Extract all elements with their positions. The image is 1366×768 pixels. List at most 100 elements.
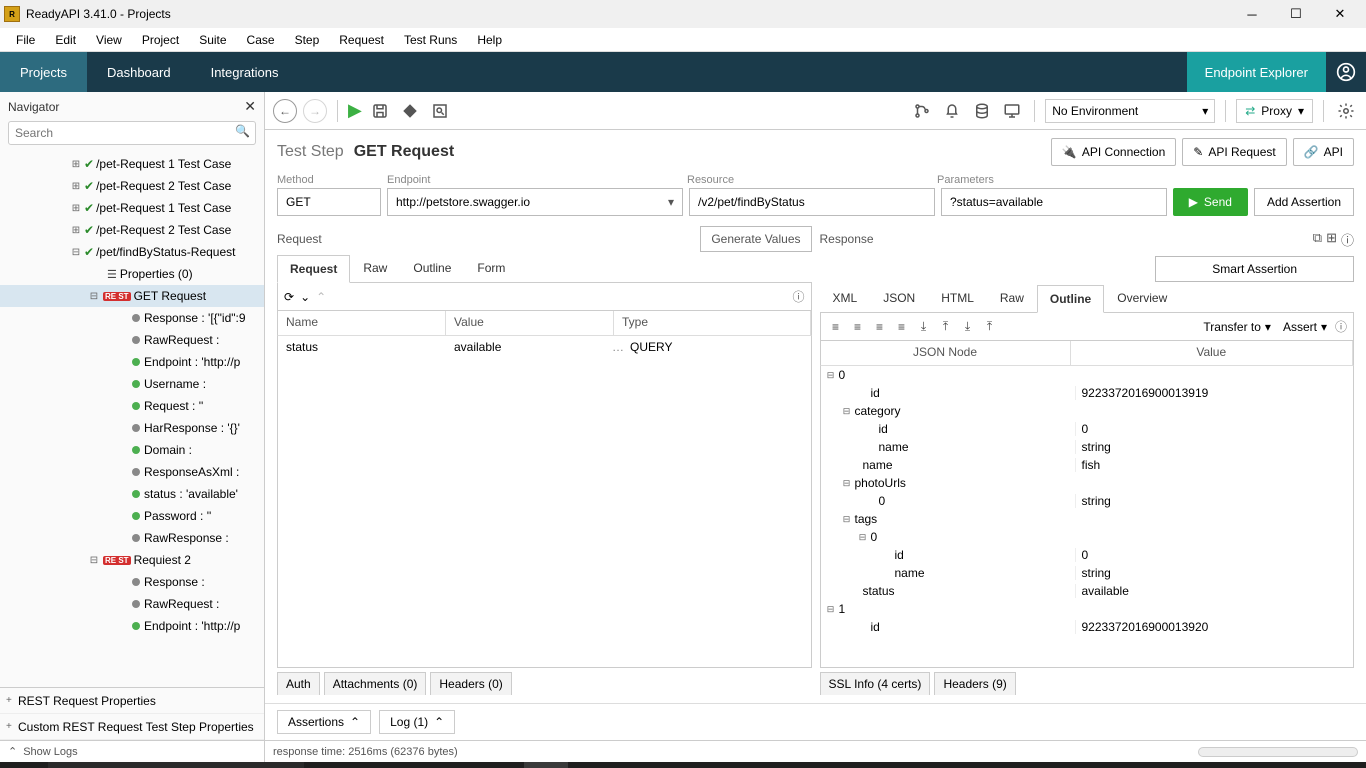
json-node-row[interactable]: id0 [821, 546, 1354, 564]
tree-item[interactable]: RawResponse : [0, 527, 264, 549]
refresh-icon[interactable]: ⟳ [284, 290, 294, 304]
chevron-up-icon[interactable]: ⌃ [316, 290, 326, 304]
find-icon[interactable] [428, 99, 452, 123]
tree-item[interactable]: Response : [0, 571, 264, 593]
json-node-row[interactable]: ⊟0 [821, 528, 1354, 546]
topnav-tab-projects[interactable]: Projects [0, 52, 87, 92]
diamond-icon[interactable] [398, 99, 422, 123]
response-tab-html[interactable]: HTML [928, 284, 987, 312]
arrow-down2-icon[interactable]: ⤓ [959, 318, 977, 336]
menu-request[interactable]: Request [329, 31, 394, 49]
menu-suite[interactable]: Suite [189, 31, 236, 49]
tree-item[interactable]: ⊞✔/pet-Request 1 Test Case [0, 153, 264, 175]
json-node-row[interactable]: ⊟photoUrls [821, 474, 1354, 492]
json-node-row[interactable]: ⊟tags [821, 510, 1354, 528]
menu-file[interactable]: File [6, 31, 45, 49]
response-bottom-ssl[interactable]: SSL Info (4 certs) [820, 672, 931, 695]
generate-values-button[interactable]: Generate Values [700, 226, 811, 252]
horizontal-scrollbar[interactable] [1198, 747, 1358, 757]
tree-item[interactable]: ⊟✔/pet/findByStatus-Request [0, 241, 264, 263]
align-right-icon[interactable]: ≡ [871, 318, 889, 336]
tree-item[interactable]: ⊟RE STGET Request [0, 285, 264, 307]
tree-item[interactable]: Password : '' [0, 505, 264, 527]
topnav-tab-integrations[interactable]: Integrations [191, 52, 299, 92]
json-node-row[interactable]: ⊟0 [821, 366, 1354, 384]
copy-icon[interactable]: ⧉ [1313, 230, 1322, 249]
navigator-search-input[interactable] [8, 121, 256, 145]
minimize-button[interactable]: ─ [1230, 0, 1274, 28]
request-bottom-headers[interactable]: Headers (0) [430, 672, 511, 695]
info-icon[interactable]: ⓘ [1341, 230, 1354, 249]
json-node-row[interactable]: statusavailable [821, 582, 1354, 600]
parameters-field[interactable]: ?status=available [941, 188, 1167, 216]
tree-item[interactable]: Username : [0, 373, 264, 395]
transfer-to-button[interactable]: Transfer to ▾ [1199, 320, 1275, 334]
json-node-row[interactable]: ⊟category [821, 402, 1354, 420]
endpoint-select[interactable]: http://petstore.swagger.io▾ [387, 188, 683, 216]
add-assertion-button[interactable]: Add Assertion [1254, 188, 1354, 216]
environment-select[interactable]: No Environment▾ [1045, 99, 1215, 123]
align-center-icon[interactable]: ≡ [849, 318, 867, 336]
forward-button[interactable]: → [303, 99, 327, 123]
cortana-icon[interactable]: ○ [348, 762, 392, 768]
smart-assertion-button[interactable]: Smart Assertion [1155, 256, 1354, 282]
show-logs-button[interactable]: ⌃Show Logs [0, 741, 265, 762]
response-grid[interactable]: ⊟0id9223372016900013919⊟categoryid0names… [820, 365, 1355, 668]
grid-icon[interactable]: ⊞ [1326, 230, 1337, 249]
json-node-row[interactable]: ⊟1 [821, 600, 1354, 618]
request-bottom-auth[interactable]: Auth [277, 672, 320, 695]
maximize-button[interactable]: ☐ [1274, 0, 1318, 28]
json-node-row[interactable]: id9223372016900013920 [821, 618, 1354, 636]
menu-case[interactable]: Case [237, 31, 285, 49]
tree-item[interactable]: ⊟RE STRequiest 2 [0, 549, 264, 571]
task-view-icon[interactable]: ⊞ [392, 762, 436, 768]
menu-help[interactable]: Help [467, 31, 512, 49]
align-left-icon[interactable]: ≡ [827, 318, 845, 336]
chevron-down-icon[interactable]: ⌄ [300, 290, 310, 304]
endpoint-explorer-button[interactable]: Endpoint Explorer [1187, 52, 1326, 92]
align-justify-icon[interactable]: ≡ [893, 318, 911, 336]
api-request-button[interactable]: ✎API Request [1182, 138, 1286, 166]
user-icon[interactable] [1326, 52, 1366, 92]
menu-test-runs[interactable]: Test Runs [394, 31, 467, 49]
tree-item[interactable]: ResponseAsXml : [0, 461, 264, 483]
readyapi-taskbar-icon[interactable]: R [524, 762, 568, 768]
database-icon[interactable] [970, 99, 994, 123]
run-button[interactable]: ▶ [348, 100, 362, 121]
api-button[interactable]: 🔗API [1293, 138, 1354, 166]
menu-view[interactable]: View [86, 31, 132, 49]
arrow-up2-icon[interactable]: ⤒ [981, 318, 999, 336]
tree-item[interactable]: Domain : [0, 439, 264, 461]
close-button[interactable]: ✕ [1318, 0, 1362, 28]
response-tab-xml[interactable]: XML [820, 284, 871, 312]
send-button[interactable]: ▶ Send [1173, 188, 1248, 216]
git-icon[interactable] [910, 99, 934, 123]
menu-step[interactable]: Step [285, 31, 330, 49]
tree-item[interactable]: Endpoint : 'http://p [0, 615, 264, 637]
assertions-toggle[interactable]: Assertions ⌃ [277, 710, 371, 734]
tree-item[interactable]: HarResponse : '{}' [0, 417, 264, 439]
settings-icon[interactable] [1334, 99, 1358, 123]
resource-field[interactable]: /v2/pet/findByStatus [689, 188, 935, 216]
taskbar-search[interactable]: 🔍 Type here to search [48, 762, 304, 768]
request-tab-outline[interactable]: Outline [400, 254, 464, 282]
tree-item[interactable]: RawRequest : [0, 593, 264, 615]
explorer-icon[interactable]: 📁 [436, 762, 480, 768]
edge-icon[interactable]: 🌐 [480, 762, 524, 768]
menu-project[interactable]: Project [132, 31, 189, 49]
proxy-button[interactable]: ⇄Proxy▾ [1236, 99, 1313, 123]
tree-item[interactable]: ⊞✔/pet-Request 2 Test Case [0, 219, 264, 241]
method-select[interactable]: GET [277, 188, 381, 216]
info-icon[interactable]: ⓘ [1335, 318, 1347, 335]
request-tab-request[interactable]: Request [277, 255, 350, 283]
tree-item[interactable]: ⊞✔/pet-Request 1 Test Case [0, 197, 264, 219]
json-node-row[interactable]: namefish [821, 456, 1354, 474]
request-tab-raw[interactable]: Raw [350, 254, 400, 282]
json-node-row[interactable]: 0string [821, 492, 1354, 510]
request-tab-form[interactable]: Form [464, 254, 518, 282]
custom-rest-request-properties[interactable]: +Custom REST Request Test Step Propertie… [0, 714, 264, 740]
navigator-tree[interactable]: ⊞✔/pet-Request 1 Test Case⊞✔/pet-Request… [0, 151, 264, 687]
response-bottom-headers[interactable]: Headers (9) [934, 672, 1015, 695]
json-node-row[interactable]: id0 [821, 420, 1354, 438]
json-node-row[interactable]: namestring [821, 438, 1354, 456]
